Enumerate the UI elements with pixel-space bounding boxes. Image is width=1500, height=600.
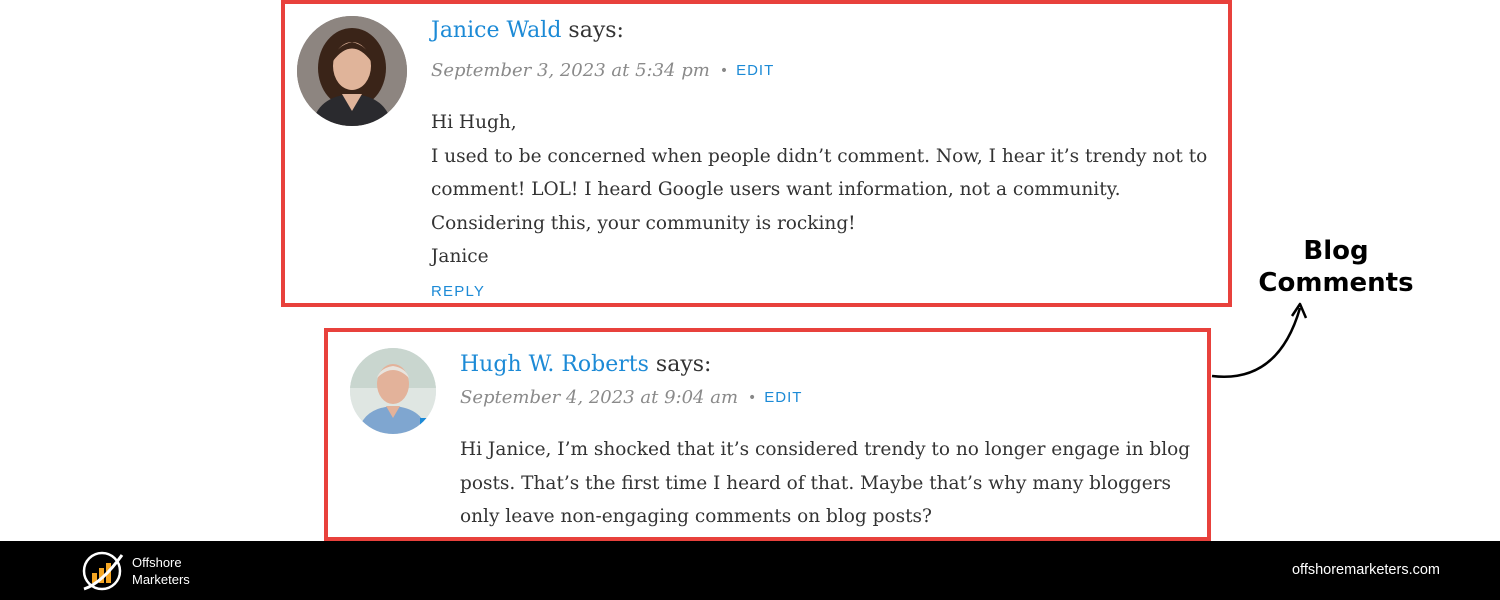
comment-paragraph: Hi Janice, I’m shocked that it’s conside… [460, 439, 1191, 527]
comment-janice-wald: Janice Wald says: September 3, 2023 at 5… [281, 0, 1232, 307]
svg-text:★: ★ [423, 420, 434, 434]
logo-line-1: Offshore [132, 555, 182, 570]
comment-date-link[interactable]: September 3, 2023 at 5:34 pm [431, 60, 710, 81]
offshore-marketers-logo: Offshore Marketers [80, 549, 190, 593]
site-url[interactable]: offshoremarketers.com [1292, 562, 1440, 578]
comment-hugh-roberts: ★ Hugh W. Roberts says: September 4, 202… [324, 328, 1211, 541]
callout-line-1: Blog [1303, 236, 1369, 266]
avatar-hugh-roberts[interactable]: ★ [350, 348, 436, 434]
comment-body: Hi Hugh, I used to be concerned when peo… [431, 106, 1231, 274]
says-label: says: [648, 352, 712, 377]
author-link[interactable]: Janice Wald [431, 18, 561, 43]
logo-icon [82, 551, 124, 591]
says-label: says: [561, 18, 624, 43]
separator-dot: • [719, 62, 729, 79]
comment-paragraph: Hi Hugh, [431, 112, 517, 133]
comment-meta: September 3, 2023 at 5:34 pm • EDIT [431, 60, 774, 81]
comment-paragraph: Janice [431, 246, 489, 267]
comment-meta: September 4, 2023 at 9:04 am • EDIT [460, 387, 802, 408]
reply-link[interactable]: REPLY [431, 283, 485, 300]
comment-body: Hi Janice, I’m shocked that it’s conside… [460, 433, 1210, 534]
comment-paragraph: I used to be concerned when people didn’… [431, 145, 1208, 234]
avatar-janice-wald[interactable] [297, 16, 407, 126]
footer-bar: Offshore Marketers offshoremarketers.com [0, 541, 1500, 600]
edit-link[interactable]: EDIT [736, 62, 774, 79]
author-line: Hugh W. Roberts says: [460, 352, 711, 377]
edit-link[interactable]: EDIT [764, 389, 802, 406]
logo-text: Offshore Marketers [132, 554, 190, 588]
author-link[interactable]: Hugh W. Roberts [460, 352, 649, 377]
logo-line-2: Marketers [132, 572, 190, 587]
callout-line-2: Comments [1258, 268, 1414, 298]
author-line: Janice Wald says: [431, 18, 624, 43]
comment-date-link[interactable]: September 4, 2023 at 9:04 am [460, 387, 738, 408]
separator-dot: • [748, 389, 757, 406]
blog-comments-callout: Blog Comments [1252, 235, 1420, 299]
curved-arrow-icon [1211, 302, 1308, 378]
